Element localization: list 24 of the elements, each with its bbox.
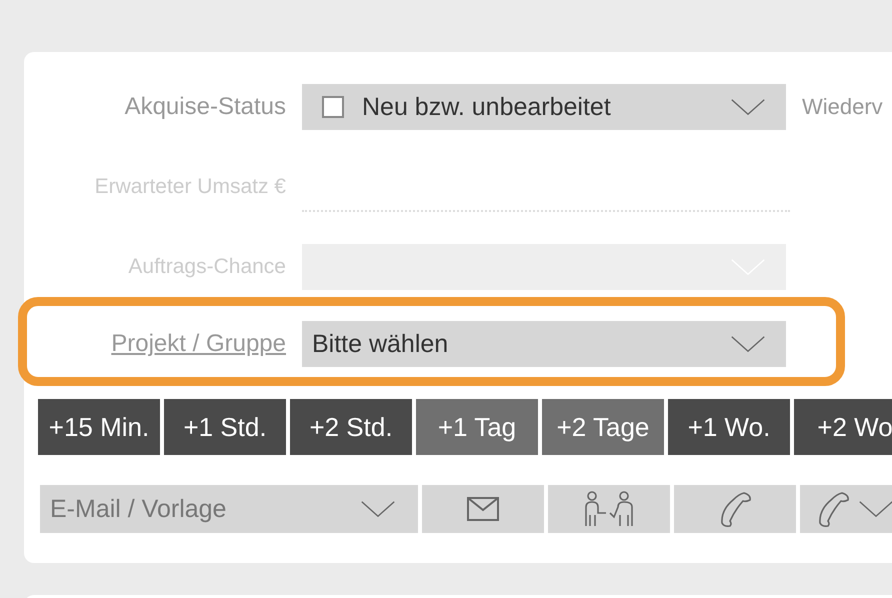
phone-icon (718, 490, 752, 528)
select-field[interactable]: Neu bzw. unbearbeitet (302, 84, 786, 130)
time-button[interactable]: +2 Tage (542, 399, 664, 455)
caret-icon (730, 98, 766, 116)
caret-icon (360, 500, 396, 518)
time-button[interactable]: +1 Tag (416, 399, 538, 455)
envelope-icon (467, 497, 499, 521)
select-field[interactable]: Bitte wählen (302, 321, 786, 367)
phone-icon (816, 490, 850, 528)
email-button[interactable] (422, 485, 544, 533)
field-label: Akquise-Status (124, 93, 287, 121)
time-button[interactable]: +1 Wo. (668, 399, 790, 455)
meeting-button[interactable] (548, 485, 670, 533)
time-button[interactable]: +2 Std. (290, 399, 412, 455)
caret-icon (730, 335, 766, 353)
two-people-icon (582, 491, 636, 527)
checkbox[interactable] (322, 96, 344, 118)
field-label: Wiederv (802, 94, 883, 120)
phone-button[interactable] (674, 485, 796, 533)
time-button[interactable]: +2 Wo (794, 399, 892, 455)
time-button[interactable]: +15 Min. (38, 399, 160, 455)
phone-button[interactable] (800, 485, 892, 533)
time-button[interactable]: +1 Std. (164, 399, 286, 455)
caret-icon (858, 499, 892, 519)
